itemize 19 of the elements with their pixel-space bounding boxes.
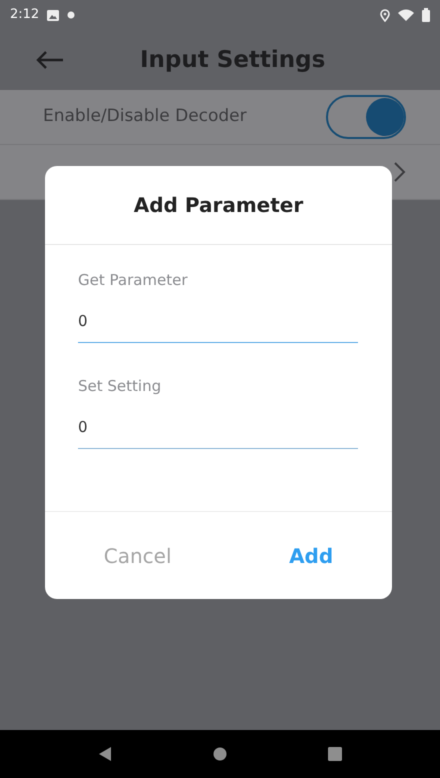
dot-icon (67, 11, 76, 19)
field-label: Set Setting (78, 376, 162, 397)
location-icon (380, 8, 390, 22)
image-icon (47, 10, 60, 20)
chevron-icon[interactable] (394, 162, 406, 182)
battery-icon (422, 8, 430, 22)
back-icon[interactable] (98, 746, 112, 762)
dialog-title: Add Parameter (134, 192, 304, 219)
screen-title: Input Settings (140, 46, 326, 75)
toggle-switch[interactable] (326, 95, 406, 139)
input-field[interactable]: 0 (78, 412, 358, 449)
recents-icon[interactable] (328, 747, 342, 761)
input-field[interactable]: 0 (78, 306, 358, 343)
field-label: Get Parameter (78, 270, 188, 291)
wifi-icon (398, 9, 414, 21)
back-arrow-icon[interactable] (36, 50, 64, 70)
status-time: 2:12 (10, 6, 40, 24)
setting-label: Enable/Disable Decoder (43, 105, 247, 128)
home-icon[interactable] (212, 747, 227, 761)
